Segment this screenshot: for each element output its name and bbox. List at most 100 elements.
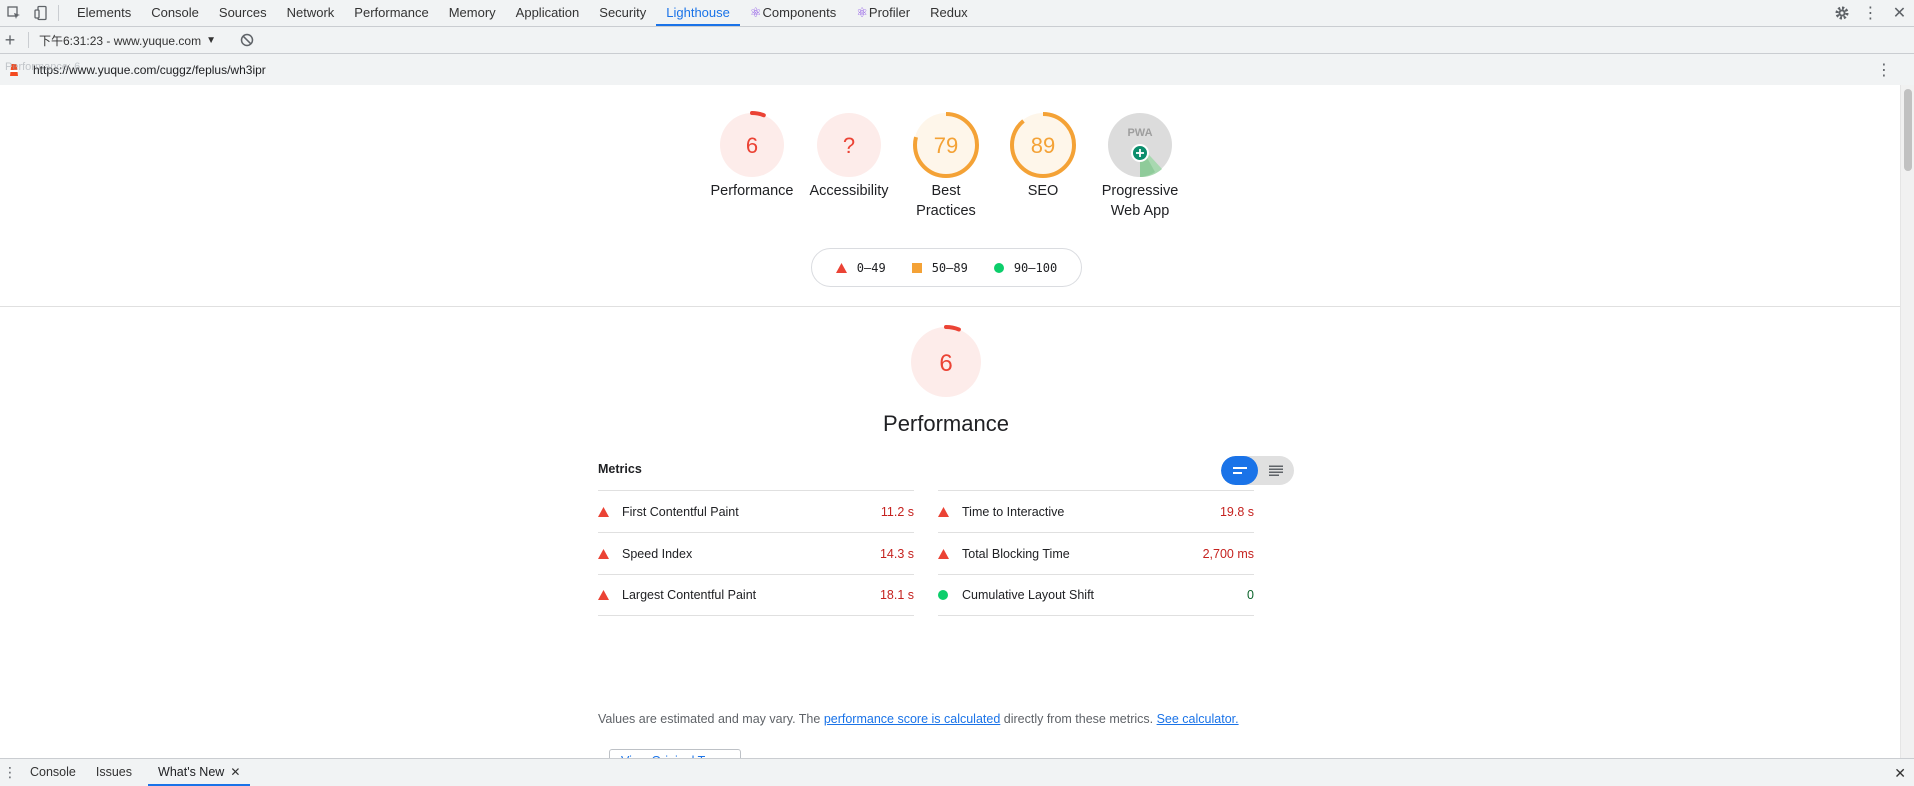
compact-view-icon[interactable] <box>1221 456 1258 485</box>
score-gauges: 6 Performance ? Accessibility 79 Best Pra… <box>0 85 1900 305</box>
tab-network[interactable]: Network <box>277 0 345 26</box>
legend-fail: 0–49 <box>835 260 886 275</box>
gauge-label-line1: Best <box>931 183 961 199</box>
tab-redux[interactable]: Redux <box>920 0 978 26</box>
gauge-ring: 79 <box>913 112 979 178</box>
metric-name: Cumulative Layout Shift <box>962 588 1095 602</box>
gauge-score: 6 <box>746 133 758 158</box>
report-select-value: 下午6:31:23 - www.yuque.com <box>39 33 202 48</box>
tab-application[interactable]: Application <box>506 0 590 26</box>
see-calculator-link[interactable]: See calculator. <box>1157 712 1239 726</box>
drawer-tab-console[interactable]: Console <box>20 759 86 786</box>
tab-sources[interactable]: Sources <box>209 0 277 26</box>
close-tab-icon[interactable]: ✕ <box>230 765 240 779</box>
report-scrollbar[interactable] <box>1900 85 1914 758</box>
gauge-label: Accessibility <box>809 183 889 199</box>
metric-cumulative-layout-shift: Cumulative Layout Shift 0 <box>938 574 1254 616</box>
clear-reports-icon[interactable] <box>239 32 255 48</box>
tab-lighthouse[interactable]: Lighthouse <box>656 0 740 26</box>
gauge-label: Progressive Web App <box>1090 181 1190 221</box>
legend-average: 50–89 <box>911 260 968 275</box>
drawer-tab-whats-new-label: What's New <box>158 765 225 779</box>
tab-profiler[interactable]: ⚛Profiler <box>846 0 920 26</box>
metrics-estimate-note: Values are estimated and may vary. The p… <box>598 712 1239 726</box>
view-original-trace-button[interactable]: View Original Trace <box>609 749 742 758</box>
performance-title: Performance <box>883 411 1009 436</box>
gauge-label-line2: Web App <box>1110 203 1170 219</box>
device-toolbar-icon[interactable] <box>27 0 54 26</box>
estimate-text-1: Values are estimated and may vary. The <box>598 712 824 726</box>
drawer-tab-bar: ⋮ Console Issues What's New ✕ ✕ <box>0 758 1914 786</box>
tab-components-label: Components <box>762 5 837 20</box>
gauge-seo[interactable]: 89 SEO <box>993 111 1093 201</box>
lighthouse-report-bar: + 下午6:31:23 - www.yuque.com ▼ <box>0 27 1914 54</box>
score-legend: 0–49 50–89 90–100 <box>811 248 1082 287</box>
performance-category-gauge: 6 <box>909 325 983 399</box>
metric-name: Time to Interactive <box>962 504 1065 519</box>
gauge-performance[interactable]: 6 Performance <box>702 111 802 201</box>
report-select-dropdown[interactable]: 下午6:31:23 - www.yuque.com ▼ <box>39 32 229 49</box>
close-devtools-icon[interactable]: ✕ <box>1885 0 1914 26</box>
metric-name: Largest Contentful Paint <box>622 588 757 602</box>
tab-memory[interactable]: Memory <box>439 0 506 26</box>
fail-triangle-icon <box>938 506 962 517</box>
metric-name: First Contentful Paint <box>622 504 739 519</box>
gauge-accessibility[interactable]: ? Accessibility <box>799 111 899 201</box>
metric-largest-contentful-paint: Largest Contentful Paint 18.1 s <box>598 574 914 616</box>
close-drawer-icon[interactable]: ✕ <box>1894 765 1906 782</box>
react-icon: ⚛ <box>856 5 868 20</box>
fail-triangle-icon <box>598 548 622 559</box>
gauge-pwa[interactable]: PWA Progressive Web App <box>1090 111 1190 221</box>
pass-circle-icon <box>938 590 962 600</box>
performance-score: 6 <box>939 350 952 377</box>
metric-name: Total Blocking Time <box>962 546 1070 561</box>
drawer-menu-icon[interactable]: ⋮ <box>0 764 20 781</box>
metric-value: 2,700 ms <box>1202 546 1254 561</box>
gauge-score: ? <box>843 133 855 158</box>
gauge-best-practices[interactable]: 79 Best Practices <box>896 111 996 221</box>
legend-average-range: 50–89 <box>931 260 968 275</box>
new-report-plus-icon[interactable]: + <box>0 30 20 51</box>
lighthouse-report: 6 Performance ? Accessibility 79 Best Pra… <box>0 85 1914 758</box>
red-triangle-icon <box>835 262 847 273</box>
tab-console[interactable]: Console <box>141 0 209 26</box>
legend-pass-range: 90–100 <box>1013 260 1058 275</box>
drawer-tab-whats-new[interactable]: What's New ✕ <box>148 759 251 786</box>
devtools-tab-bar: Elements Console Sources Network Perform… <box>0 0 1914 27</box>
drawer-tab-issues[interactable]: Issues <box>86 759 142 786</box>
report-bar-separator <box>28 32 29 48</box>
tab-profiler-label: Profiler <box>868 5 911 20</box>
scrollbar-thumb[interactable] <box>1904 89 1912 171</box>
pwa-text: PWA <box>1127 127 1152 139</box>
toolbar-right-actions: ⋮ ✕ <box>1827 0 1914 26</box>
tab-elements[interactable]: Elements <box>67 0 141 26</box>
report-url[interactable]: https://www.yuque.com/cuggz/feplus/wh3ip… <box>33 63 266 77</box>
fail-triangle-icon <box>598 506 622 517</box>
expanded-view-icon[interactable] <box>1258 456 1294 485</box>
metric-value: 14.3 s <box>879 546 914 561</box>
legend-pass: 90–100 <box>993 260 1058 275</box>
tab-performance[interactable]: Performance <box>344 0 438 26</box>
metrics-header: Metrics <box>598 462 642 476</box>
gauge-score: 89 <box>1031 133 1055 158</box>
report-more-icon[interactable]: ⋮ <box>1876 60 1892 80</box>
inspect-element-icon[interactable] <box>0 0 27 26</box>
tab-components[interactable]: ⚛Components <box>740 0 846 26</box>
metric-total-blocking-time: Total Blocking Time 2,700 ms <box>938 532 1254 574</box>
metric-time-to-interactive: Time to Interactive 19.8 s <box>938 490 1254 532</box>
estimate-text-2: directly from these metrics. <box>1000 712 1157 726</box>
legend-fail-range: 0–49 <box>856 260 886 275</box>
metric-value: 18.1 s <box>879 588 914 602</box>
gauge-ring: 6 <box>718 111 786 179</box>
gauge-ring: ? <box>817 113 881 177</box>
more-options-icon[interactable]: ⋮ <box>1856 0 1885 26</box>
tab-security[interactable]: Security <box>589 0 656 26</box>
section-divider <box>0 306 1900 307</box>
settings-gear-icon[interactable] <box>1827 0 1856 26</box>
metrics-left-column: First Contentful Paint 11.2 s Speed Inde… <box>598 490 914 616</box>
pwa-badge-icon: PWA <box>1108 113 1172 178</box>
gauge-ring: 89 <box>1010 112 1076 178</box>
metrics-view-toggle[interactable] <box>1221 456 1294 485</box>
score-calculated-link[interactable]: performance score is calculated <box>824 712 1000 726</box>
fail-triangle-icon <box>598 590 622 600</box>
